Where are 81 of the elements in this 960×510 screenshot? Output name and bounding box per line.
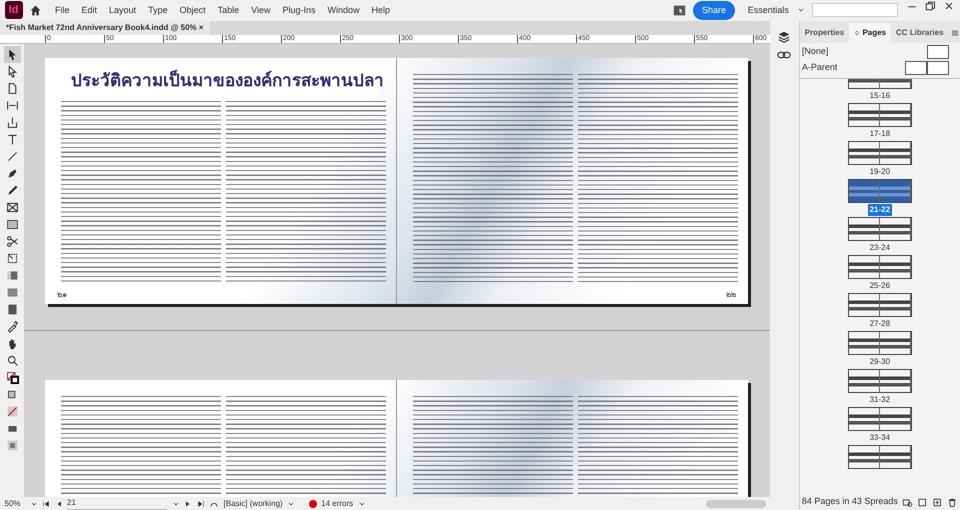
spread-thumbnail[interactable] (848, 102, 912, 127)
document-heading: ประวัติความเป็นมาขององค์การสะพานปลา (71, 72, 385, 90)
parent-page-name[interactable]: A-Parent (802, 61, 838, 75)
spread-label[interactable]: 29-30 (868, 356, 892, 368)
document-tab[interactable]: *Fish Market 72nd Anniversary Book4.indd @ 50% × (0, 20, 210, 35)
spread-thumbnail[interactable] (848, 406, 912, 431)
eyedropper-icon[interactable] (6, 320, 18, 334)
search-field[interactable] (812, 3, 898, 18)
line-icon[interactable] (6, 150, 18, 164)
panel-tab[interactable]: Pages (849, 22, 892, 43)
scissors-icon[interactable] (6, 235, 18, 248)
page-number-field[interactable]: 21 (67, 497, 168, 510)
direct-selection-icon[interactable] (6, 65, 18, 78)
spread-label[interactable]: 19-20 (868, 166, 892, 178)
menu-item[interactable]: File (49, 4, 76, 17)
spread-label[interactable]: 17-18 (868, 128, 892, 140)
spread-thumbnail[interactable] (848, 330, 912, 355)
app-logo: Id (4, 1, 22, 20)
apply-none-icon[interactable] (6, 405, 18, 418)
parent-page-thumbnail[interactable] (926, 45, 949, 60)
page-icon[interactable] (6, 82, 18, 96)
error-count[interactable]: 14 errors (321, 498, 354, 510)
view-mode-icon[interactable] (6, 439, 18, 452)
spread-label[interactable]: 23-24 (868, 242, 892, 254)
close-tab-button[interactable]: × (198, 22, 204, 34)
gap-icon[interactable] (6, 99, 18, 112)
spread-thumbnail[interactable] (848, 292, 912, 317)
spread-label[interactable]: 25-26 (868, 280, 892, 292)
parent-page-name[interactable]: [None] (802, 45, 828, 59)
spread-label[interactable]: 31-32 (868, 394, 892, 406)
share-button[interactable]: Share (692, 0, 735, 20)
spread-label[interactable]: 21-22 (868, 204, 892, 216)
zoom-level[interactable]: 50% (4, 498, 21, 510)
menu-item[interactable]: Plug-Ins (276, 4, 322, 17)
panel-menu-icon[interactable] (950, 28, 960, 38)
pen-icon[interactable] (6, 167, 18, 180)
page-number: ๒๑ (57, 288, 67, 301)
rectangle-icon[interactable] (6, 218, 18, 232)
restore-icon[interactable] (923, 0, 937, 12)
spread-thumbnail[interactable] (848, 178, 912, 203)
spread-thumbnail[interactable] (848, 444, 912, 469)
document-title: *Fish Market 72nd Anniversary Book4.indd @ 50% (6, 22, 197, 34)
menu-item[interactable]: Type (142, 4, 174, 17)
cursor-screen-icon[interactable] (673, 4, 686, 17)
parent-page-thumbnail[interactable] (926, 61, 949, 76)
menu-item[interactable]: Window (322, 4, 366, 17)
spread-thumbnail[interactable] (848, 254, 912, 279)
pencil-icon[interactable] (6, 184, 18, 198)
scrollbar-thumb[interactable] (706, 500, 766, 508)
menu-item[interactable]: Table (212, 4, 246, 17)
new-parent-icon[interactable] (917, 496, 928, 508)
frame-icon[interactable] (6, 201, 18, 214)
new-page-icon[interactable] (932, 496, 943, 508)
first-page-icon[interactable] (42, 500, 50, 508)
workspace-switcher[interactable]: Essentials (742, 4, 795, 17)
home-icon[interactable] (29, 4, 42, 17)
layers-icon[interactable] (777, 30, 792, 44)
page-count: 84 Pages in 43 Spreads (802, 495, 898, 508)
fill-stroke-icon[interactable] (6, 371, 18, 384)
delete-icon[interactable] (947, 496, 958, 508)
spread-thumbnail[interactable] (848, 216, 912, 241)
parent-page-thumbnail[interactable] (904, 61, 927, 76)
gradient-icon[interactable] (6, 269, 18, 282)
menu-item[interactable]: Layout (103, 4, 142, 17)
last-page-icon[interactable] (196, 500, 205, 508)
spread-thumbnail[interactable] (848, 368, 912, 393)
transform-icon[interactable] (6, 252, 18, 266)
zoom-icon[interactable] (6, 354, 18, 368)
menu-item[interactable]: Object (174, 4, 212, 17)
menu-item[interactable]: View (245, 4, 276, 17)
spread-label[interactable]: 27-28 (868, 318, 892, 330)
type-icon[interactable] (6, 133, 18, 146)
content-collector-icon[interactable] (6, 116, 18, 130)
spread-label[interactable]: 15-16 (868, 90, 892, 102)
spread-thumbnail[interactable] (848, 140, 912, 165)
menu-item[interactable]: Help (366, 4, 396, 17)
edit-page-size-icon[interactable] (902, 496, 913, 508)
spread-label[interactable]: 33-34 (868, 432, 892, 444)
menu-item[interactable]: Edit (76, 4, 104, 17)
preflight-profile[interactable]: [Basic] (working) (224, 498, 283, 510)
page-number: ๒๒ (726, 288, 736, 301)
